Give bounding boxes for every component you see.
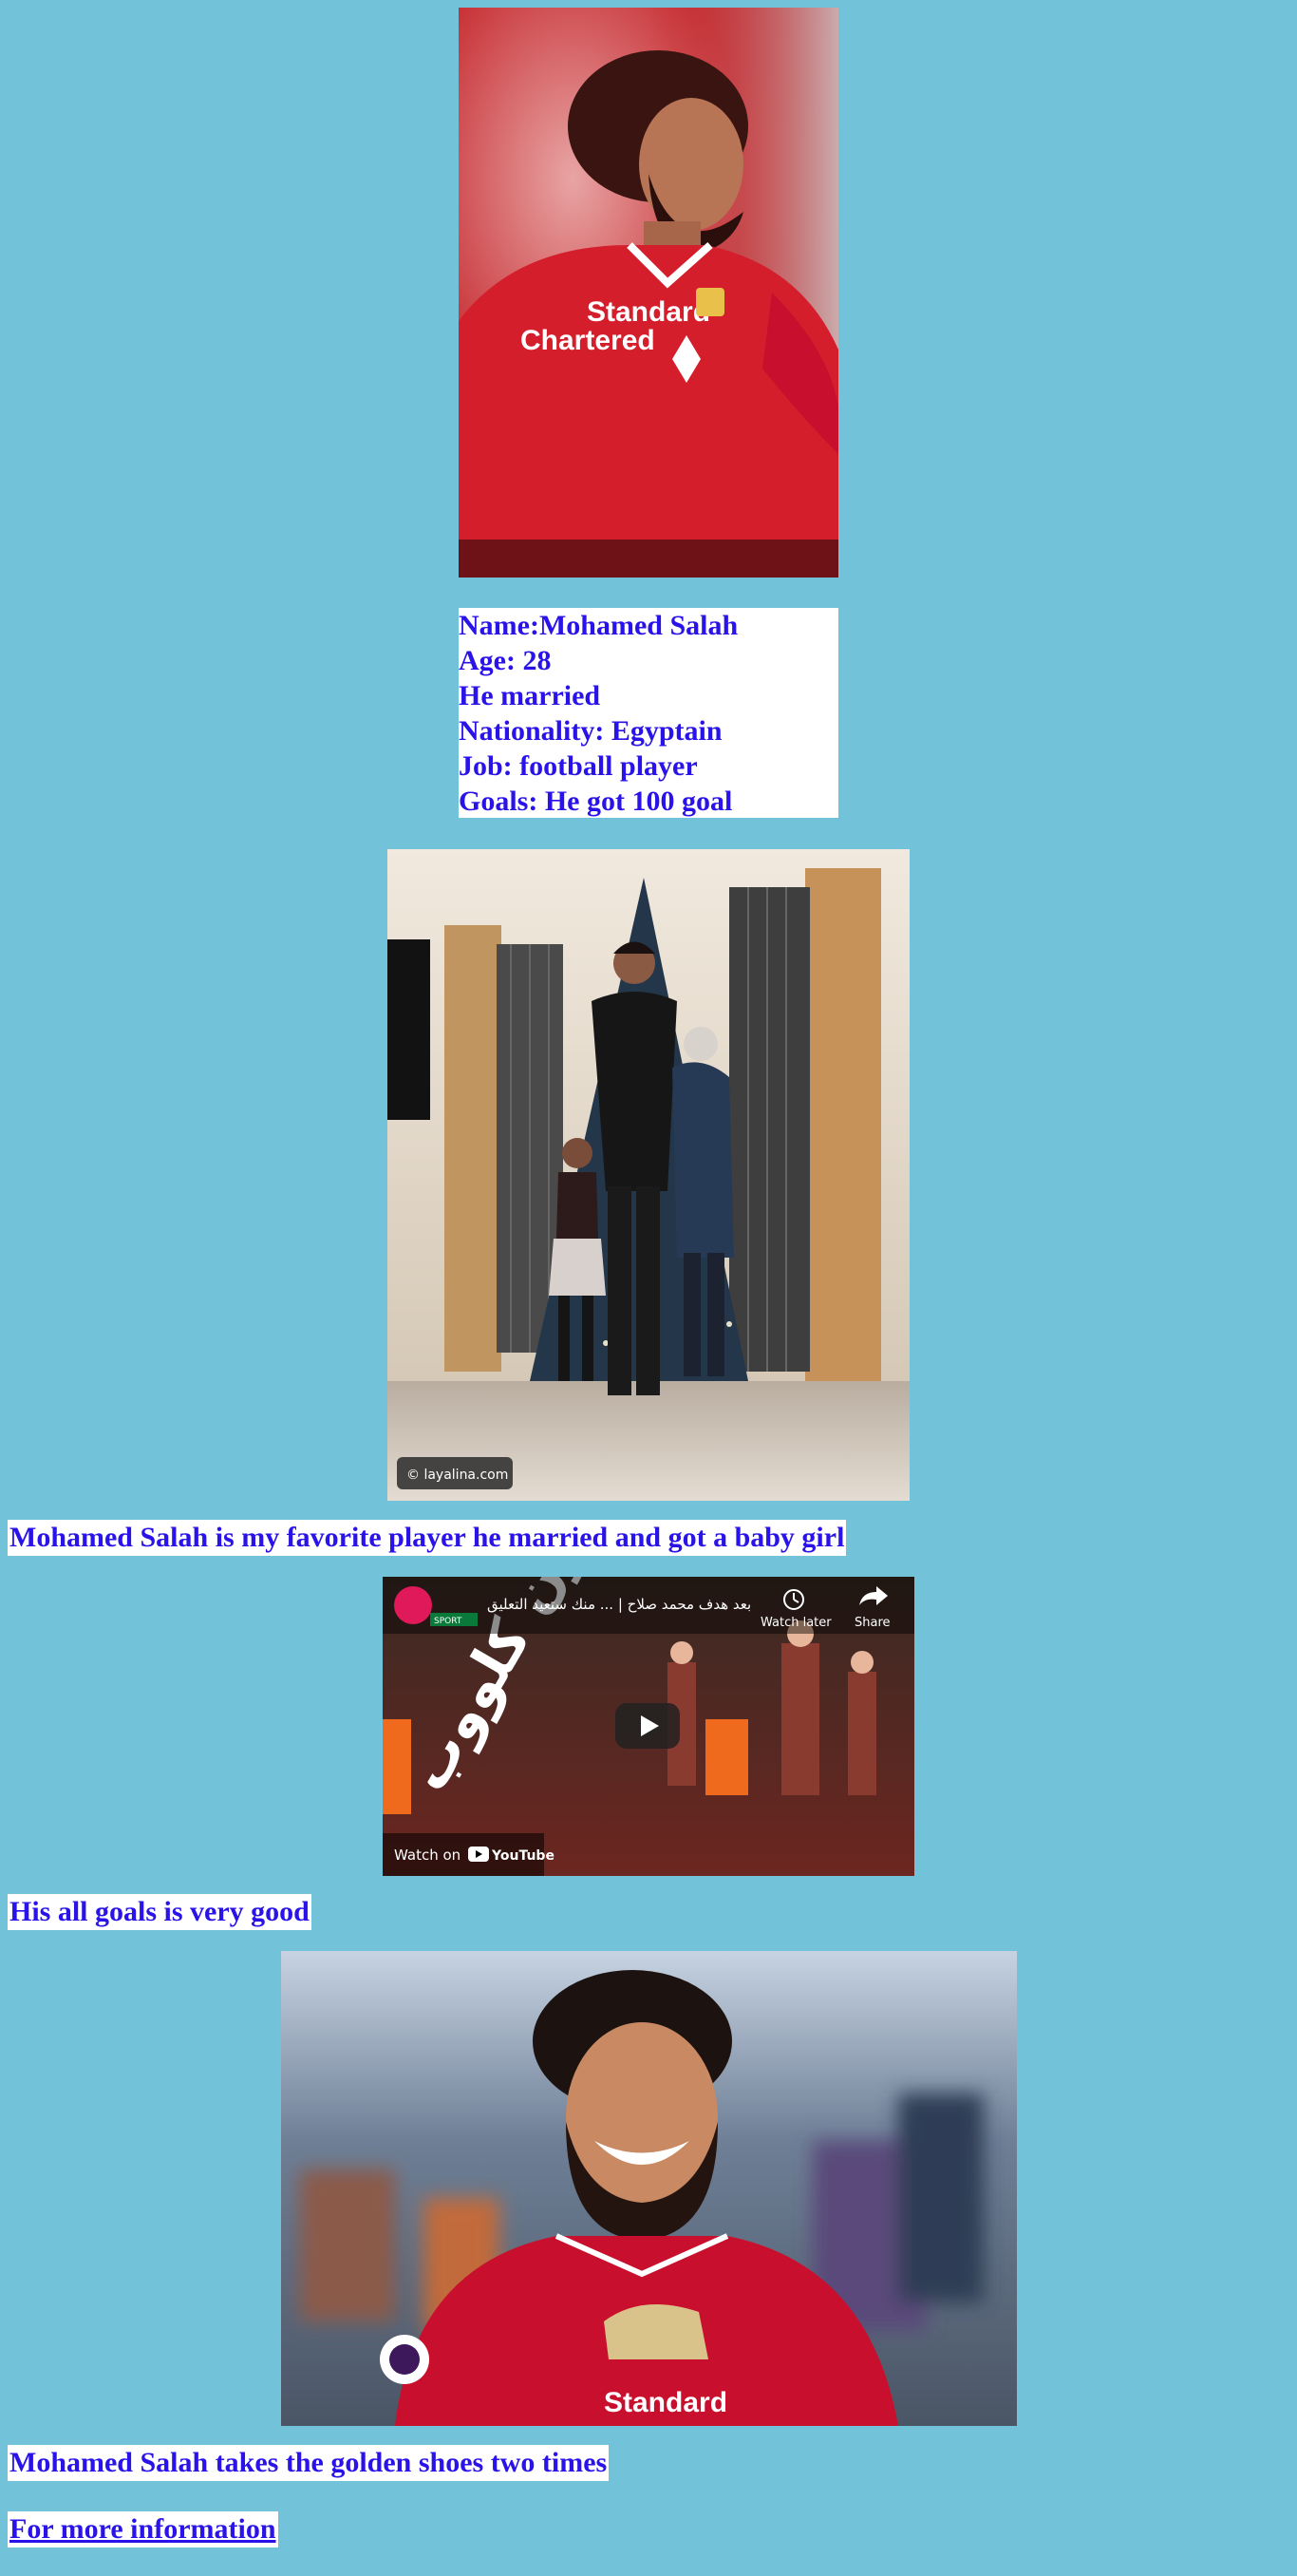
more-information-link[interactable]: For more information	[8, 2511, 278, 2548]
hero-sponsor-line1: Standard	[587, 296, 710, 328]
channel-avatar[interactable]	[394, 1586, 432, 1624]
youtube-wordmark: YouTube	[491, 1848, 555, 1864]
caption-goals: His all goals is very good	[8, 1894, 311, 1930]
info-name: Name:Mohamed Salah	[459, 610, 739, 641]
channel-badge: SPORT	[434, 1617, 462, 1626]
info-age: Age: 28	[459, 645, 552, 676]
family-photo: © layalina.com	[387, 849, 910, 1501]
family-photo-watermark: © layalina.com	[406, 1468, 508, 1483]
player-info-box: Name:Mohamed Salah Age: 28 He married Na…	[459, 608, 838, 818]
info-goals: Goals: He got 100 goal	[459, 786, 733, 817]
info-job: Job: football player	[459, 750, 698, 782]
info-nationality: Nationality: Egyptain	[459, 715, 723, 747]
play-button[interactable]	[615, 1703, 680, 1749]
hero-photo: Standard Chartered	[459, 8, 838, 578]
info-married: He married	[459, 680, 601, 711]
smile-shirt-text: Standard	[604, 2387, 727, 2418]
youtube-video-embed[interactable]: جلووون كلووب SPORT بعد هدف محمد صلاح | .…	[383, 1577, 914, 1876]
watch-on-youtube-button[interactable]: Watch on YouTube	[383, 1833, 555, 1876]
watch-on-label: Watch on	[394, 1847, 461, 1864]
video-title[interactable]: بعد هدف محمد صلاح | ... منك ستعيد التعلي…	[487, 1596, 751, 1613]
share-label: Share	[855, 1616, 891, 1630]
caption-golden-shoes: Mohamed Salah takes the golden shoes two…	[8, 2445, 610, 2481]
watch-later-label: Watch later	[761, 1616, 832, 1630]
caption-family: Mohamed Salah is my favorite player he m…	[8, 1520, 847, 1556]
hero-sponsor-line2: Chartered	[520, 325, 655, 356]
smiling-photo: Standard	[281, 1951, 1017, 2426]
